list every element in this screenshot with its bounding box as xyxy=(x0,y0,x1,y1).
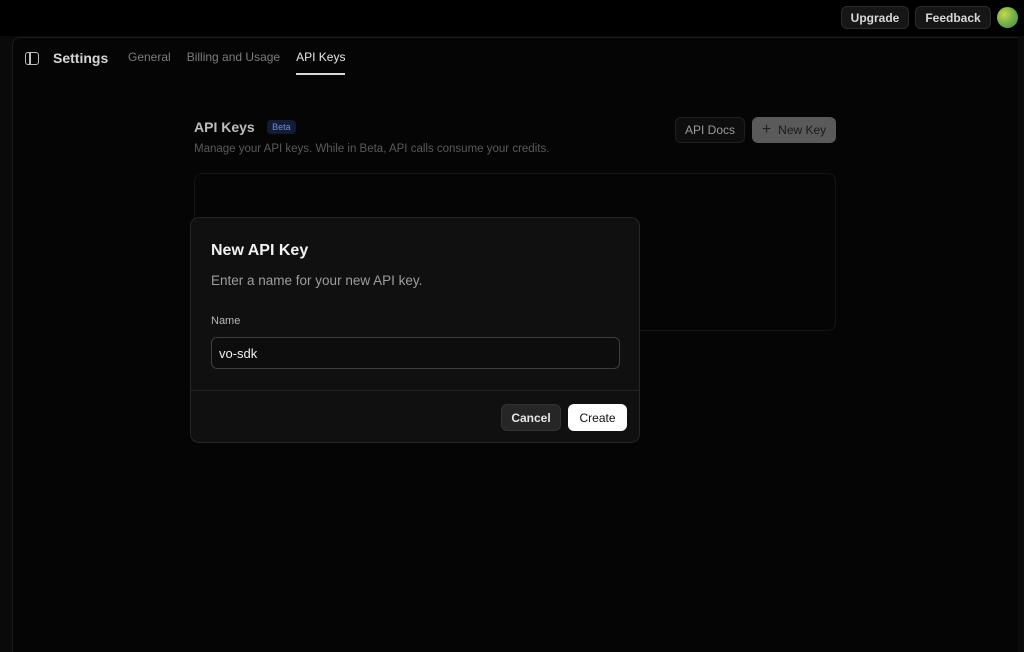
avatar[interactable] xyxy=(997,7,1018,28)
plus-icon: + xyxy=(761,121,772,138)
tab-general[interactable]: General xyxy=(128,50,171,75)
tab-api-keys[interactable]: API Keys xyxy=(296,50,346,75)
dialog-title: New API Key xyxy=(211,242,309,259)
beta-badge: Beta xyxy=(267,119,296,134)
cancel-button[interactable]: Cancel xyxy=(501,404,561,431)
section-description: Manage your API keys. While in Beta, API… xyxy=(194,143,550,155)
name-input[interactable] xyxy=(211,337,620,369)
name-field-label: Name xyxy=(211,315,241,327)
sidebar-toggle-icon[interactable] xyxy=(25,51,39,65)
top-bar: Upgrade Feedback xyxy=(0,0,1024,36)
tab-billing-and-usage[interactable]: Billing and Usage xyxy=(187,50,280,75)
new-key-button[interactable]: + New Key xyxy=(752,117,836,143)
api-keys-header: API Keys Beta Manage your API keys. Whil… xyxy=(194,118,549,155)
new-key-label: New Key xyxy=(778,123,827,137)
settings-header: Settings xyxy=(25,50,132,66)
feedback-button[interactable]: Feedback xyxy=(915,6,991,29)
upgrade-button[interactable]: Upgrade xyxy=(841,6,909,29)
settings-tabs: General Billing and Usage API Keys xyxy=(128,50,361,75)
dialog-description: Enter a name for your new API key. xyxy=(211,273,423,288)
page-title: Settings xyxy=(53,50,109,66)
dialog-footer: Cancel Create xyxy=(191,390,639,442)
create-button[interactable]: Create xyxy=(568,404,627,431)
new-api-key-dialog: New API Key Enter a name for your new AP… xyxy=(190,217,640,443)
api-docs-button[interactable]: API Docs xyxy=(675,117,745,143)
section-title: API Keys xyxy=(194,118,255,135)
